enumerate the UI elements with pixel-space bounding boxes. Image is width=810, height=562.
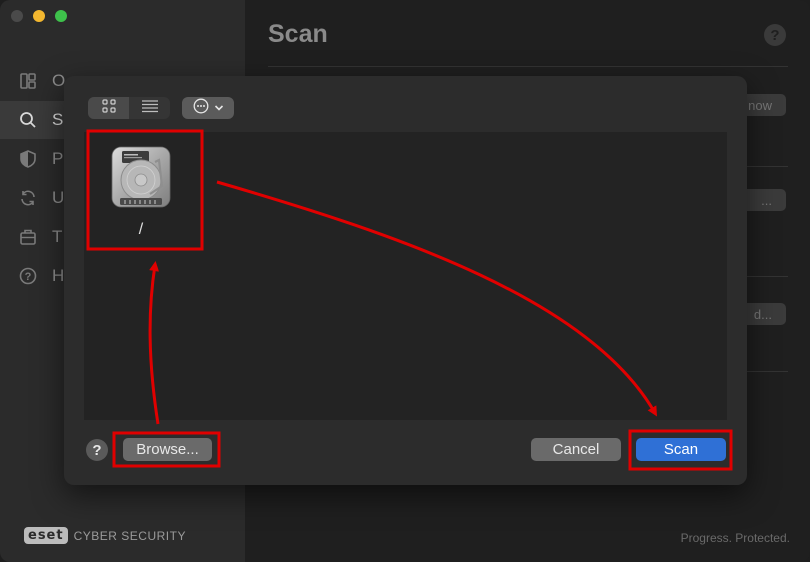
- options-menu-button[interactable]: [182, 97, 234, 119]
- eset-logo: eset CYBER SECURITY: [24, 527, 186, 544]
- refresh-icon: [18, 188, 38, 208]
- hard-drive-icon[interactable]: [110, 146, 172, 208]
- sidebar-item-label: P: [52, 149, 64, 168]
- file-browser-area[interactable]: [84, 132, 727, 420]
- app-window: O S P U T ? H eset CYBER SECURITY Scan ?…: [0, 0, 810, 562]
- footer-tagline: Progress. Protected.: [680, 531, 790, 545]
- view-mode-segmented-control[interactable]: [88, 97, 170, 119]
- list-view-button[interactable]: [129, 97, 170, 119]
- sidebar-item-label: U: [52, 188, 65, 207]
- logo-text: CYBER SECURITY: [73, 528, 186, 543]
- logo-mark: eset: [24, 527, 68, 544]
- help-circle-icon: ?: [18, 266, 38, 286]
- dialog-help-button[interactable]: ?: [86, 439, 108, 461]
- grid-view-icon: [101, 98, 116, 118]
- search-icon: [18, 110, 38, 130]
- briefcase-icon: [18, 227, 38, 247]
- page-title: Scan: [268, 20, 328, 48]
- sidebar-item-label: S: [52, 110, 64, 129]
- svg-text:?: ?: [25, 271, 32, 283]
- sidebar-item-label: H: [52, 266, 65, 285]
- overview-icon: [18, 71, 38, 91]
- shield-icon: [18, 149, 38, 169]
- drive-label[interactable]: /: [118, 221, 164, 239]
- ellipsis-circle-icon: [193, 98, 209, 119]
- file-picker-dialog: / ? Browse... Cancel Scan: [64, 76, 747, 485]
- grid-view-button[interactable]: [88, 97, 129, 119]
- minimize-window-button[interactable]: [33, 10, 45, 22]
- divider: [268, 66, 788, 67]
- browse-button[interactable]: Browse...: [123, 438, 212, 461]
- cancel-button[interactable]: Cancel: [531, 438, 621, 461]
- close-window-button[interactable]: [11, 10, 23, 22]
- scan-button[interactable]: Scan: [636, 438, 726, 461]
- maximize-window-button[interactable]: [55, 10, 67, 22]
- list-view-icon: [141, 99, 159, 118]
- chevron-down-icon: [214, 99, 224, 117]
- sidebar-item-label: T: [52, 227, 63, 246]
- help-button[interactable]: ?: [764, 24, 786, 46]
